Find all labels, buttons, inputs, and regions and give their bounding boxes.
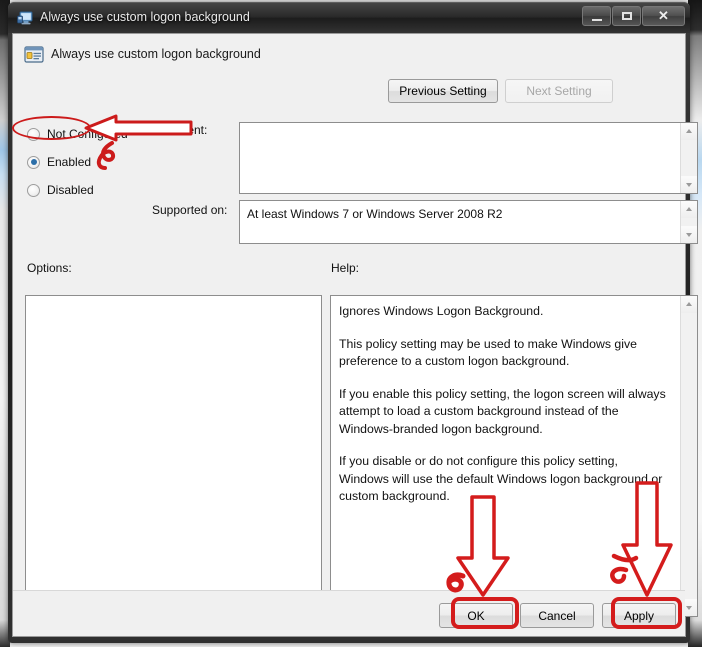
comment-scroll-down-button[interactable] bbox=[681, 176, 697, 193]
radio-disabled-label: Disabled bbox=[47, 183, 94, 197]
radio-disabled-indicator bbox=[27, 183, 40, 197]
close-button[interactable]: ✕ bbox=[642, 6, 685, 26]
window-title: Always use custom logon background bbox=[40, 10, 250, 24]
dialog-footer: OK Cancel Apply bbox=[13, 590, 685, 636]
radio-enabled[interactable]: Enabled bbox=[27, 153, 91, 171]
radio-disabled[interactable]: Disabled bbox=[27, 181, 94, 199]
help-paragraph: Ignores Windows Logon Background. bbox=[339, 304, 544, 318]
help-label: Help: bbox=[331, 261, 360, 275]
chevron-up-icon bbox=[685, 302, 692, 306]
comment-textarea[interactable] bbox=[239, 122, 698, 194]
chevron-down-icon bbox=[685, 233, 692, 237]
supported-on-scrollbar[interactable] bbox=[680, 201, 697, 243]
supported-scroll-up-button[interactable] bbox=[681, 201, 697, 218]
options-panel[interactable] bbox=[25, 295, 322, 617]
radio-enabled-label: Enabled bbox=[47, 155, 92, 169]
close-icon: ✕ bbox=[658, 8, 669, 23]
setting-title: Always use custom logon background bbox=[51, 47, 261, 61]
supported-scroll-down-button[interactable] bbox=[681, 226, 697, 243]
next-setting-button: Next Setting bbox=[505, 79, 613, 103]
supported-on-label: Supported on: bbox=[152, 203, 228, 217]
annotation-box-apply bbox=[611, 597, 682, 629]
title-bar[interactable]: Always use custom logon background ✕ bbox=[8, 2, 690, 33]
dialog-client-area: Always use custom logon background Previ… bbox=[12, 33, 698, 637]
chevron-down-icon bbox=[685, 183, 692, 187]
annotation-ellipse-enabled bbox=[12, 116, 91, 140]
help-text: Ignores Windows Logon Background. This p… bbox=[339, 303, 671, 506]
minimize-button[interactable] bbox=[582, 6, 611, 26]
help-paragraph: If you enable this policy setting, the l… bbox=[339, 386, 666, 436]
comment-label: Comment: bbox=[152, 123, 208, 137]
screen: Always use custom logon background ✕ Alw… bbox=[0, 0, 702, 647]
chevron-up-icon bbox=[685, 207, 692, 211]
help-paragraph: This policy setting may be used to make … bbox=[339, 336, 637, 369]
options-label: Options: bbox=[27, 261, 72, 275]
cancel-button[interactable]: Cancel bbox=[520, 603, 594, 628]
help-scroll-up-button[interactable] bbox=[681, 296, 697, 313]
help-scrollbar[interactable] bbox=[680, 296, 697, 616]
comment-scroll-up-button[interactable] bbox=[681, 123, 697, 140]
supported-on-textarea[interactable]: At least Windows 7 or Windows Server 200… bbox=[239, 200, 698, 244]
supported-on-value: At least Windows 7 or Windows Server 200… bbox=[247, 207, 503, 221]
chevron-up-icon bbox=[685, 129, 692, 133]
maximize-button[interactable] bbox=[612, 6, 641, 26]
help-paragraph: If you disable or do not configure this … bbox=[339, 454, 663, 503]
help-panel[interactable]: Ignores Windows Logon Background. This p… bbox=[330, 295, 698, 617]
computer-monitor-icon bbox=[17, 10, 34, 26]
annotation-box-ok bbox=[451, 597, 519, 629]
group-policy-setting-icon bbox=[24, 45, 44, 64]
previous-setting-button[interactable]: Previous Setting bbox=[388, 79, 498, 103]
radio-enabled-indicator bbox=[27, 155, 40, 169]
policy-setting-window: Always use custom logon background ✕ Alw… bbox=[8, 2, 698, 643]
window-controls: ✕ bbox=[581, 6, 685, 26]
comment-scrollbar[interactable] bbox=[680, 123, 697, 193]
chevron-down-icon bbox=[685, 606, 692, 610]
